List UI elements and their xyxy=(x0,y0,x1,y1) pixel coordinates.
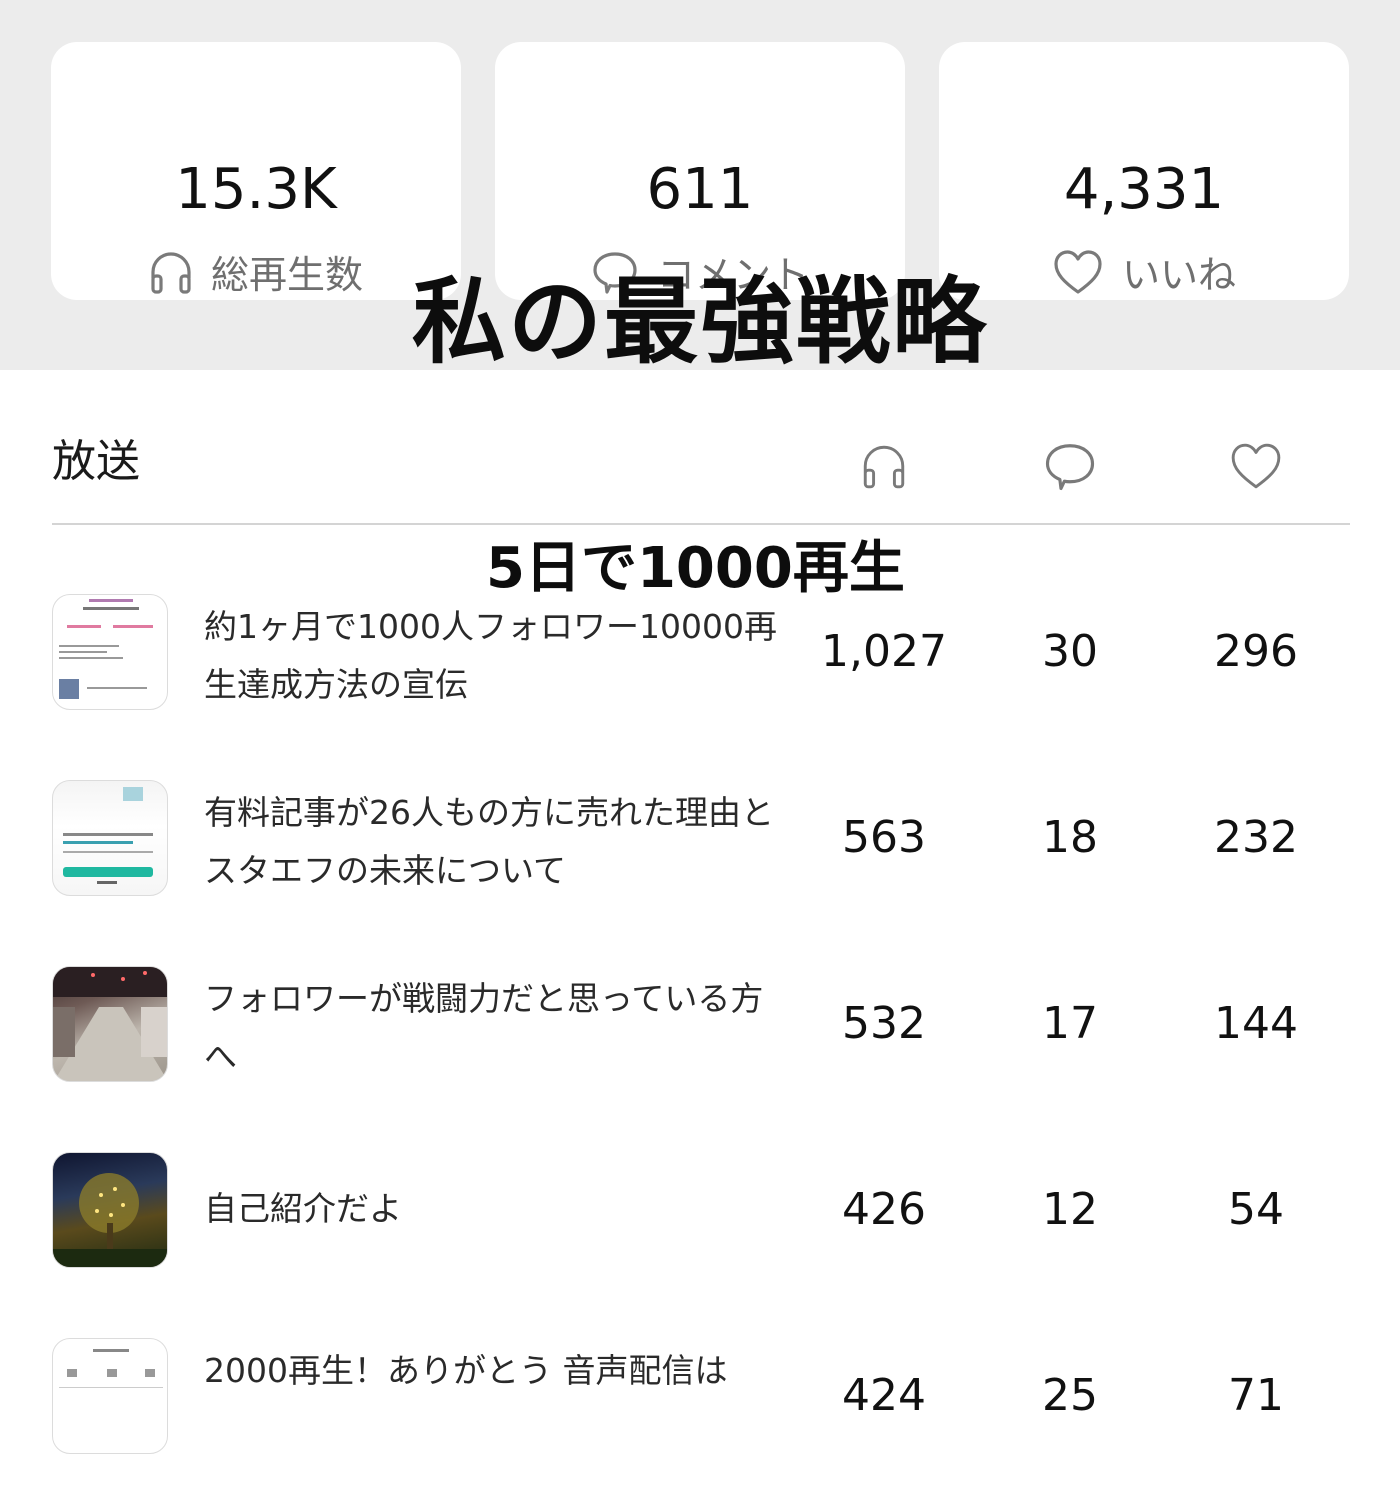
broadcast-header-label: 放送 xyxy=(52,436,140,487)
stat-card-total-plays: 15.3K 総再生数 xyxy=(51,42,461,300)
header-divider xyxy=(52,523,1350,525)
episode-plays: 426 xyxy=(842,1184,926,1235)
episode-title[interactable]: フォロワーが戦闘力だと思っている方へ xyxy=(204,970,784,1086)
comments-value: 611 xyxy=(646,157,754,222)
table-header: 放送 xyxy=(0,420,1400,510)
comment-icon[interactable] xyxy=(1040,436,1100,496)
likes-value: 4,331 xyxy=(1063,157,1225,222)
episode-comments: 25 xyxy=(1042,1370,1098,1421)
stat-card-likes: 4,331 いいね xyxy=(939,42,1349,300)
episode-likes: 296 xyxy=(1214,626,1298,677)
overlay-subtitle: 5日で1000再生 xyxy=(486,536,905,601)
episode-plays: 1,027 xyxy=(821,626,947,677)
episode-likes: 71 xyxy=(1228,1370,1284,1421)
episode-comments: 30 xyxy=(1042,626,1098,677)
episode-title[interactable]: 有料記事が26人もの方に売れた理由とスタエフの未来について xyxy=(204,784,784,900)
episode-likes: 144 xyxy=(1214,998,1298,1049)
episode-row[interactable]: 有料記事が26人もの方に売れた理由とスタエフの未来について 563 18 232 xyxy=(0,780,1400,930)
total-plays-value: 15.3K xyxy=(175,157,337,222)
episode-likes: 232 xyxy=(1214,812,1298,863)
episode-title[interactable]: 自己紹介だよ xyxy=(204,1180,784,1238)
episode-thumbnail xyxy=(52,594,168,710)
heart-icon[interactable] xyxy=(1226,436,1286,496)
episode-comments: 12 xyxy=(1042,1184,1098,1235)
episode-thumbnail xyxy=(52,1338,168,1454)
episode-row[interactable]: 自己紹介だよ 426 12 54 xyxy=(0,1152,1400,1302)
episode-thumbnail xyxy=(52,1152,168,1268)
episode-thumbnail xyxy=(52,780,168,896)
episode-title[interactable]: 約1ヶ月で1000人フォロワー10000再生達成方法の宣伝 xyxy=(204,598,784,714)
episode-title[interactable]: 2000再生！ありがとう 音声配信は xyxy=(204,1342,784,1400)
overlay-title: 私の最強戦略 xyxy=(411,268,988,377)
episode-row[interactable]: フォロワーが戦闘力だと思っている方へ 532 17 144 xyxy=(0,966,1400,1116)
headphones-icon[interactable] xyxy=(854,436,914,496)
episode-comments: 17 xyxy=(1042,998,1098,1049)
episode-plays: 563 xyxy=(842,812,926,863)
episode-comments: 18 xyxy=(1042,812,1098,863)
stat-card-comments: 611 コメント xyxy=(495,42,905,300)
episode-plays: 532 xyxy=(842,998,926,1049)
episode-thumbnail xyxy=(52,966,168,1082)
episode-row[interactable]: 約1ヶ月で1000人フォロワー10000再生達成方法の宣伝 1,027 30 2… xyxy=(0,594,1400,744)
episode-row[interactable]: 2000再生！ありがとう 音声配信は 424 25 71 xyxy=(0,1338,1400,1488)
episode-likes: 54 xyxy=(1228,1184,1284,1235)
episode-plays: 424 xyxy=(842,1370,926,1421)
